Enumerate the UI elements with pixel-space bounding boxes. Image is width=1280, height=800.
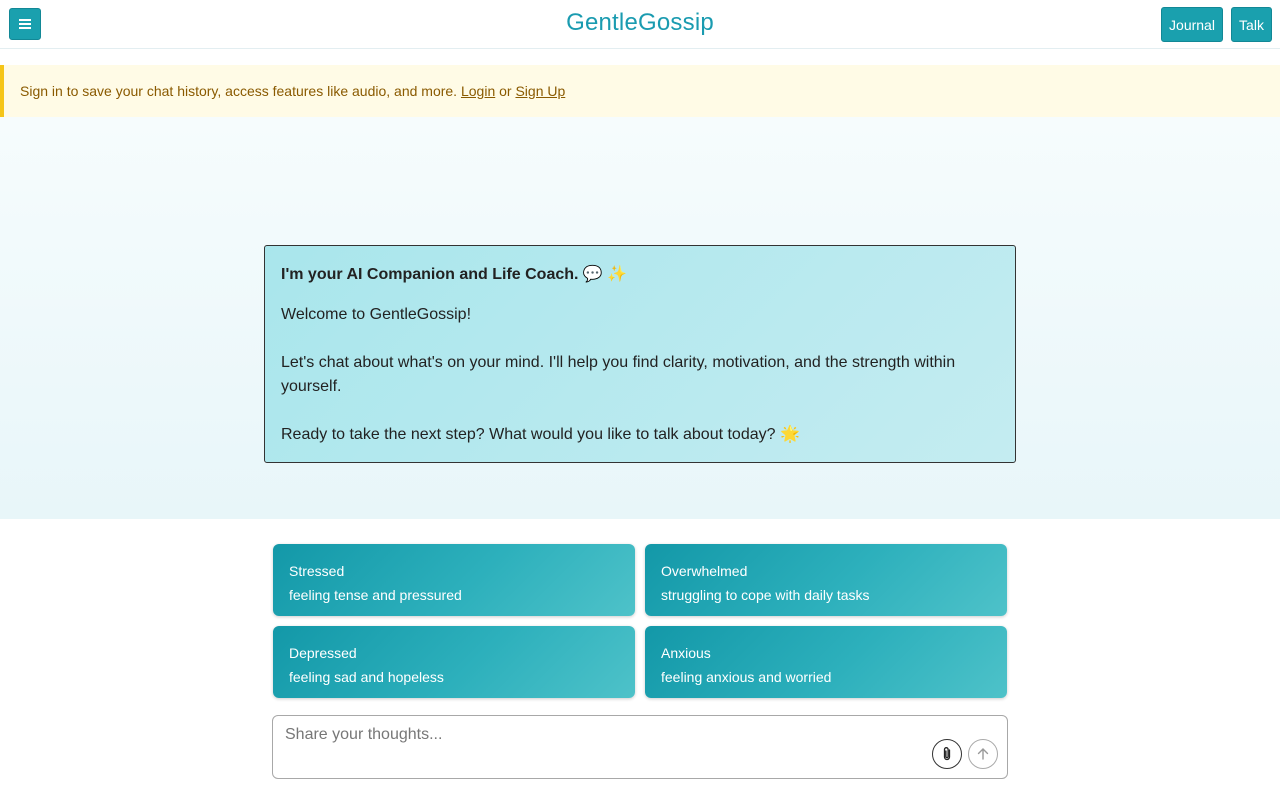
mood-card-title: Stressed [289,563,345,579]
mood-card-depressed[interactable]: Depressed feeling sad and hopeless [273,626,635,698]
mood-card-title: Anxious [661,645,711,661]
welcome-line-3: Ready to take the next step? What would … [281,426,800,443]
mood-card-subtitle: feeling anxious and worried [661,669,832,685]
mood-card-title: Depressed [289,645,357,661]
mood-card-subtitle: struggling to cope with daily tasks [661,587,870,603]
paperclip-icon [943,747,951,761]
mood-card-anxious[interactable]: Anxious feeling anxious and worried [645,626,1007,698]
login-link[interactable]: Login [461,83,495,99]
mood-card-subtitle: feeling tense and pressured [289,587,462,603]
welcome-title: I'm your AI Companion and Life Coach. 💬 … [281,266,628,283]
send-button[interactable] [968,739,998,769]
chat-area: I'm your AI Companion and Life Coach. 💬 … [0,117,1280,519]
welcome-message: I'm your AI Companion and Life Coach. 💬 … [264,245,1016,463]
mood-card-subtitle: feeling sad and hopeless [289,669,444,685]
signin-banner: Sign in to save your chat history, acces… [0,65,1280,117]
mood-card-title: Overwhelmed [661,563,748,579]
welcome-line-2: Let's chat about what's on your mind. I'… [281,354,956,395]
signup-link[interactable]: Sign Up [515,83,565,99]
mood-card-stressed[interactable]: Stressed feeling tense and pressured [273,544,635,616]
top-header: GentleGossip Journal Talk [0,0,1280,49]
talk-button[interactable]: Talk [1231,7,1272,42]
banner-or-text: or [499,83,512,99]
journal-button[interactable]: Journal [1161,7,1223,42]
message-composer [272,715,1008,779]
arrow-up-icon [977,748,989,760]
welcome-line-1: Welcome to GentleGossip! [281,306,472,323]
message-input[interactable] [285,726,925,766]
brand-title[interactable]: GentleGossip [0,9,1280,37]
mood-card-overwhelmed[interactable]: Overwhelmed struggling to cope with dail… [645,544,1007,616]
banner-text: Sign in to save your chat history, acces… [20,83,458,99]
attach-button[interactable] [932,739,962,769]
